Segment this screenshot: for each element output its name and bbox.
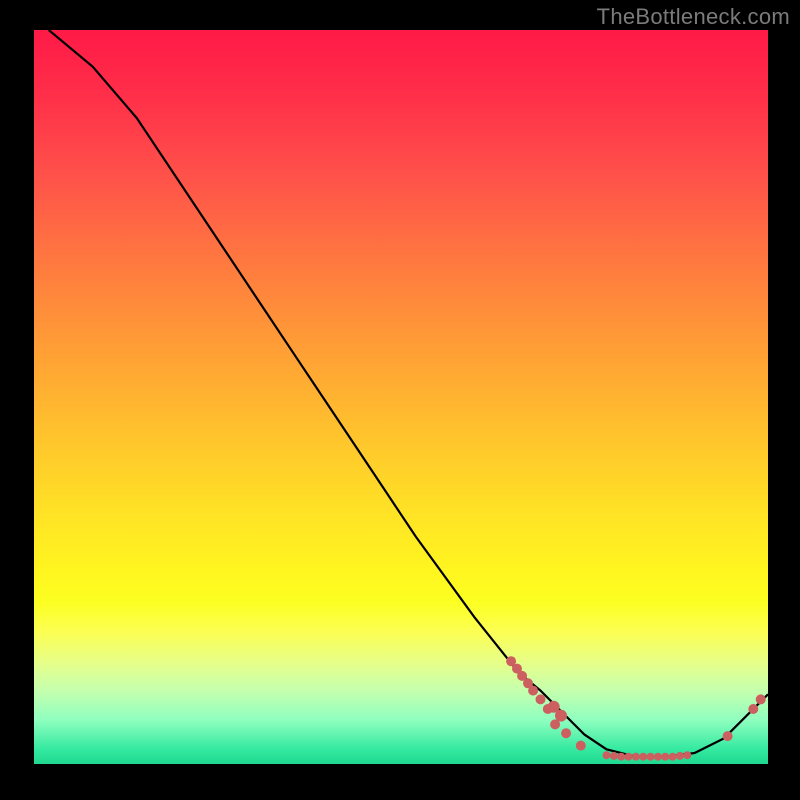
data-marker (639, 753, 647, 761)
data-marker (536, 694, 546, 704)
watermark-text: TheBottleneck.com (597, 4, 790, 30)
data-marker (647, 753, 655, 761)
data-marker (654, 753, 662, 761)
data-curve (49, 30, 768, 757)
data-marker (723, 731, 733, 741)
data-marker (625, 753, 633, 761)
plot-area (34, 30, 768, 764)
data-marker (561, 728, 571, 738)
data-marker (550, 719, 560, 729)
data-marker (610, 752, 618, 760)
data-marker (528, 686, 538, 696)
data-marker (603, 751, 611, 759)
data-marker (617, 753, 625, 761)
data-marker (676, 752, 684, 760)
chart-container: TheBottleneck.com (0, 0, 800, 800)
data-marker (661, 753, 669, 761)
curve-svg (34, 30, 768, 764)
data-marker (756, 694, 766, 704)
marker-group (506, 656, 766, 761)
data-marker (683, 751, 691, 759)
data-marker (632, 753, 640, 761)
data-marker (748, 704, 758, 714)
data-marker (669, 753, 677, 761)
data-marker (576, 741, 586, 751)
